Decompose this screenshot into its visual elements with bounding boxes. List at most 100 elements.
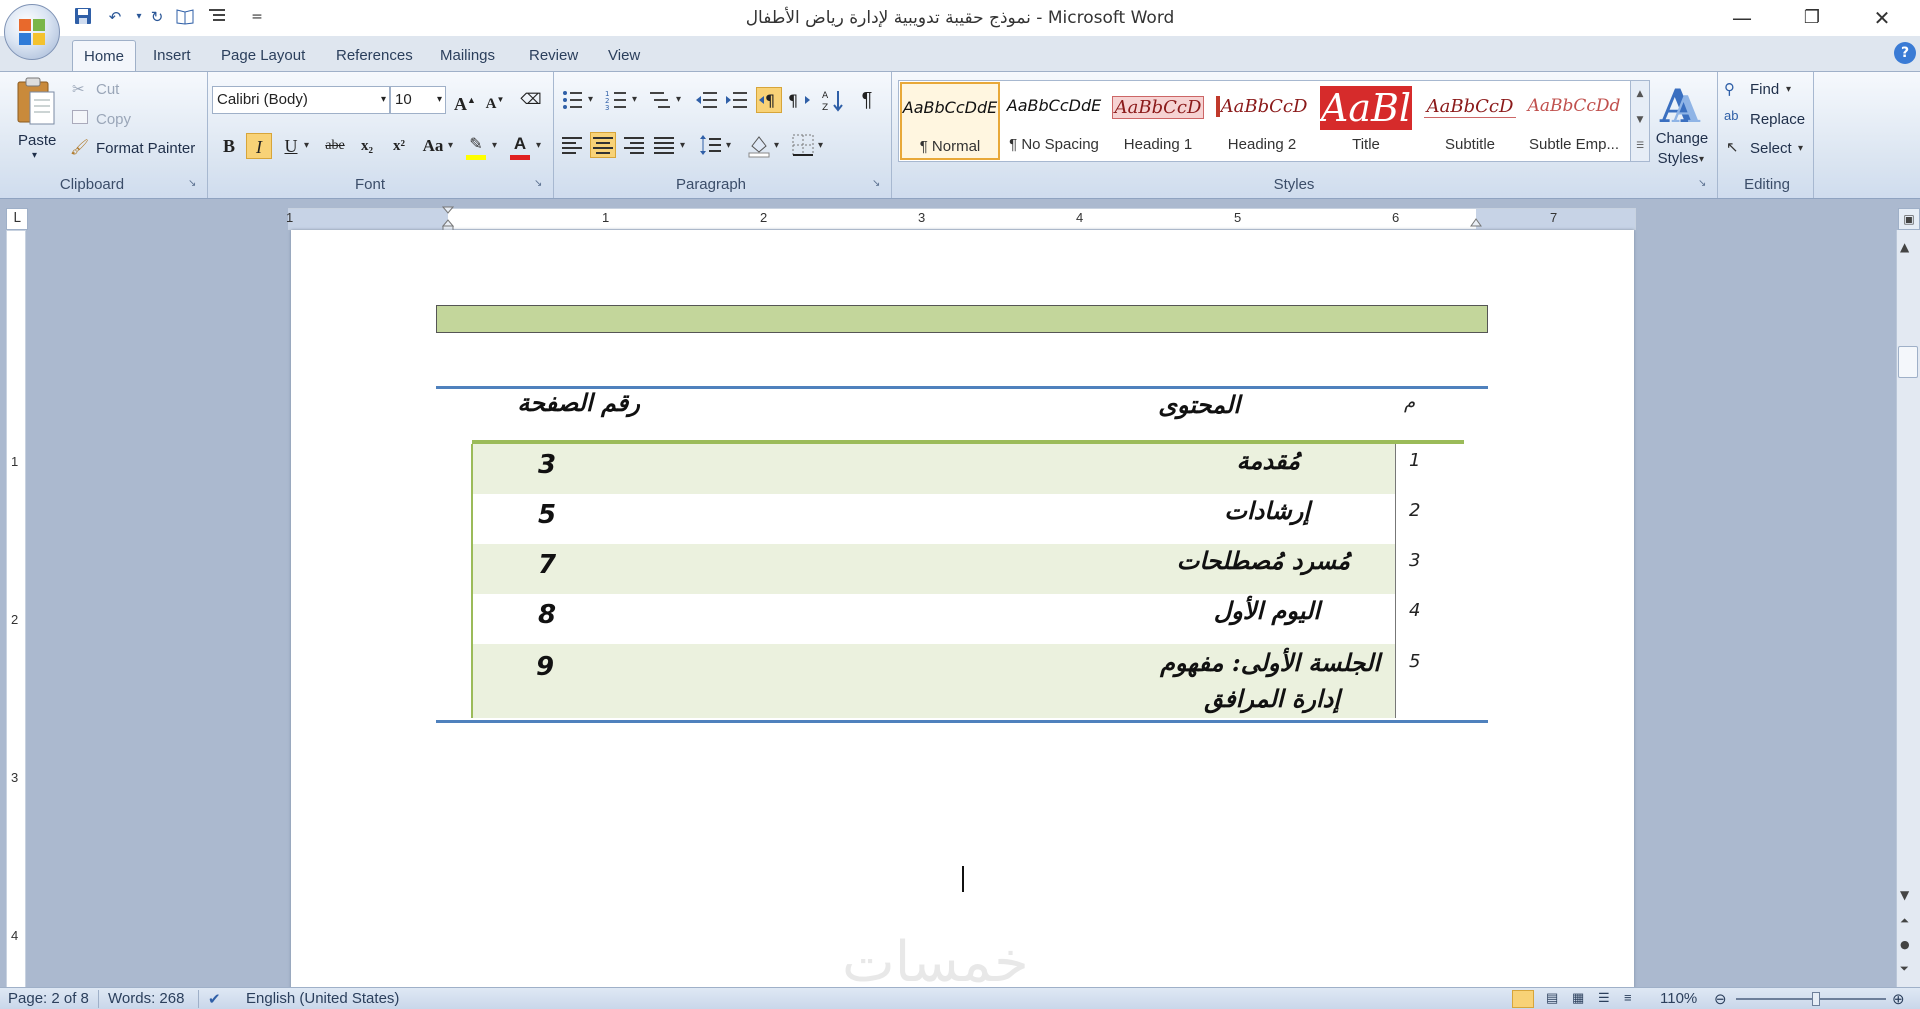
font-size-dropdown-icon[interactable]: ▾ xyxy=(437,87,442,113)
find-button[interactable]: Find xyxy=(1750,81,1779,98)
zoom-slider[interactable] xyxy=(1736,998,1886,1000)
select-button[interactable]: Select xyxy=(1750,140,1792,157)
paste-icon[interactable] xyxy=(14,76,58,132)
style-normal[interactable]: AaBbCcDdE ¶ Normal xyxy=(900,82,1000,160)
paste-dropdown-icon[interactable]: ▾ xyxy=(32,150,37,161)
paragraph-launcher-icon[interactable]: ↘ xyxy=(872,178,884,190)
multilevel-list-icon[interactable] xyxy=(648,87,674,113)
outline-view-icon[interactable]: ☰ xyxy=(1598,990,1610,1006)
style-heading-2[interactable]: AaBbCcD Heading 2 xyxy=(1212,82,1312,160)
help-icon[interactable]: ? xyxy=(1894,42,1916,64)
previous-page-icon[interactable]: ⏶ xyxy=(1900,914,1909,928)
font-name-box[interactable]: Calibri (Body) ▾ xyxy=(212,86,390,114)
style-subtle-emphasis[interactable]: AaBbCcDd Subtle Emp... xyxy=(1524,82,1624,160)
styles-more-icon[interactable]: ☰ xyxy=(1631,133,1649,159)
justify-icon[interactable] xyxy=(652,132,678,158)
style-no-spacing[interactable]: AaBbCcDdE ¶ No Spacing xyxy=(1004,82,1104,160)
left-to-right-icon[interactable]: ¶ xyxy=(786,87,812,113)
vertical-scrollbar[interactable] xyxy=(1896,230,1920,990)
italic-button[interactable]: I xyxy=(246,133,272,159)
font-color-button[interactable]: A xyxy=(508,134,532,160)
change-styles-line1[interactable]: Change xyxy=(1654,130,1710,147)
underline-dropdown-icon[interactable]: ▾ xyxy=(304,140,309,151)
cut-button[interactable]: Cut xyxy=(96,81,119,98)
style-title[interactable]: AaBl Title xyxy=(1316,82,1416,160)
font-color-dropdown-icon[interactable]: ▾ xyxy=(536,140,541,151)
change-styles-dropdown-icon[interactable]: ▾ xyxy=(1699,154,1704,165)
strikethrough-button[interactable]: abe xyxy=(322,133,348,159)
zoom-level[interactable]: 110% xyxy=(1660,990,1697,1007)
zoom-slider-thumb[interactable] xyxy=(1812,992,1820,1006)
scroll-up-icon[interactable]: ▲ xyxy=(1900,240,1909,254)
numbering-icon[interactable]: 123 xyxy=(604,87,630,113)
view-ruler-icon[interactable]: ▣ xyxy=(1898,208,1920,230)
numbering-dropdown-icon[interactable]: ▾ xyxy=(632,94,637,105)
tab-view[interactable]: View xyxy=(608,44,640,68)
shading-dropdown-icon[interactable]: ▾ xyxy=(774,140,779,151)
format-painter-button[interactable]: Format Painter xyxy=(96,140,195,157)
increase-indent-icon[interactable] xyxy=(724,87,750,113)
office-button[interactable] xyxy=(4,4,60,60)
scroll-thumb[interactable] xyxy=(1898,346,1918,378)
font-launcher-icon[interactable]: ↘ xyxy=(534,178,546,190)
horizontal-ruler[interactable] xyxy=(288,208,1636,230)
style-heading-1[interactable]: AaBbCcD Heading 1 xyxy=(1108,82,1208,160)
change-case-dropdown-icon[interactable]: ▾ xyxy=(448,140,453,151)
subscript-button[interactable]: x₂ xyxy=(354,133,380,159)
first-line-indent-marker[interactable] xyxy=(441,206,455,232)
superscript-button[interactable]: x² xyxy=(386,133,412,159)
styles-scroll-up-icon[interactable]: ▲ xyxy=(1631,81,1649,107)
print-layout-view-icon[interactable] xyxy=(1512,990,1534,1008)
word-count[interactable]: Words: 268 xyxy=(108,990,184,1007)
line-spacing-icon[interactable] xyxy=(698,132,724,158)
font-name-dropdown-icon[interactable]: ▾ xyxy=(381,87,386,113)
clipboard-launcher-icon[interactable]: ↘ xyxy=(188,178,200,190)
select-browse-object-icon[interactable]: ● xyxy=(1900,938,1910,951)
full-screen-reading-icon[interactable]: ▤ xyxy=(1546,990,1558,1006)
tab-page-layout[interactable]: Page Layout xyxy=(221,44,305,68)
align-left-icon[interactable] xyxy=(560,132,586,158)
shading-icon[interactable] xyxy=(746,132,772,158)
align-center-icon[interactable] xyxy=(590,132,616,158)
shrink-font-button[interactable]: A▼ xyxy=(482,87,508,113)
right-to-left-icon[interactable]: ¶ xyxy=(756,87,782,113)
decrease-indent-icon[interactable] xyxy=(694,87,720,113)
underline-button[interactable]: U xyxy=(278,133,304,159)
tab-stop-selector[interactable]: L xyxy=(6,208,28,230)
highlight-dropdown-icon[interactable]: ▾ xyxy=(492,140,497,151)
find-dropdown-icon[interactable]: ▾ xyxy=(1786,84,1791,95)
styles-scroll-down-icon[interactable]: ▼ xyxy=(1631,107,1649,133)
zoom-out-icon[interactable]: ⊖ xyxy=(1714,990,1727,1008)
zoom-in-icon[interactable]: ⊕ xyxy=(1892,990,1905,1008)
tab-insert[interactable]: Insert xyxy=(153,44,191,68)
proofing-icon[interactable]: ✔ xyxy=(208,990,221,1008)
style-subtitle[interactable]: AaBbCcD Subtitle xyxy=(1420,82,1520,160)
multilevel-dropdown-icon[interactable]: ▾ xyxy=(676,94,681,105)
language-indicator[interactable]: English (United States) xyxy=(246,990,399,1007)
borders-icon[interactable] xyxy=(790,132,816,158)
highlight-color-button[interactable]: ✎ xyxy=(464,134,488,160)
change-styles-icon[interactable]: AA xyxy=(1656,78,1706,133)
styles-scroll[interactable]: ▲ ▼ ☰ xyxy=(1630,80,1650,162)
change-case-button[interactable]: Aa xyxy=(420,133,446,159)
page-count[interactable]: Page: 2 of 8 xyxy=(8,990,89,1007)
select-dropdown-icon[interactable]: ▾ xyxy=(1798,143,1803,154)
next-page-icon[interactable]: ⏷ xyxy=(1900,962,1909,976)
font-size-box[interactable]: 10 ▾ xyxy=(390,86,446,114)
line-spacing-dropdown-icon[interactable]: ▾ xyxy=(726,140,731,151)
web-layout-icon[interactable]: ▦ xyxy=(1572,990,1584,1006)
replace-button[interactable]: Replace xyxy=(1750,111,1805,128)
styles-launcher-icon[interactable]: ↘ xyxy=(1698,178,1710,190)
tab-review[interactable]: Review xyxy=(529,44,578,68)
right-indent-marker[interactable] xyxy=(1470,214,1482,228)
tab-mailings[interactable]: Mailings xyxy=(440,44,495,68)
change-styles-line2[interactable]: Styles xyxy=(1650,150,1706,167)
draft-view-icon[interactable]: ≡ xyxy=(1624,990,1632,1005)
align-right-icon[interactable] xyxy=(622,132,648,158)
show-marks-button[interactable]: ¶ xyxy=(854,87,880,113)
clear-formatting-icon[interactable]: ⌫ xyxy=(518,87,544,113)
borders-dropdown-icon[interactable]: ▾ xyxy=(818,140,823,151)
vertical-ruler[interactable] xyxy=(6,230,26,990)
close-icon[interactable]: ✕ xyxy=(1856,4,1908,32)
tab-home[interactable]: Home xyxy=(72,40,136,72)
